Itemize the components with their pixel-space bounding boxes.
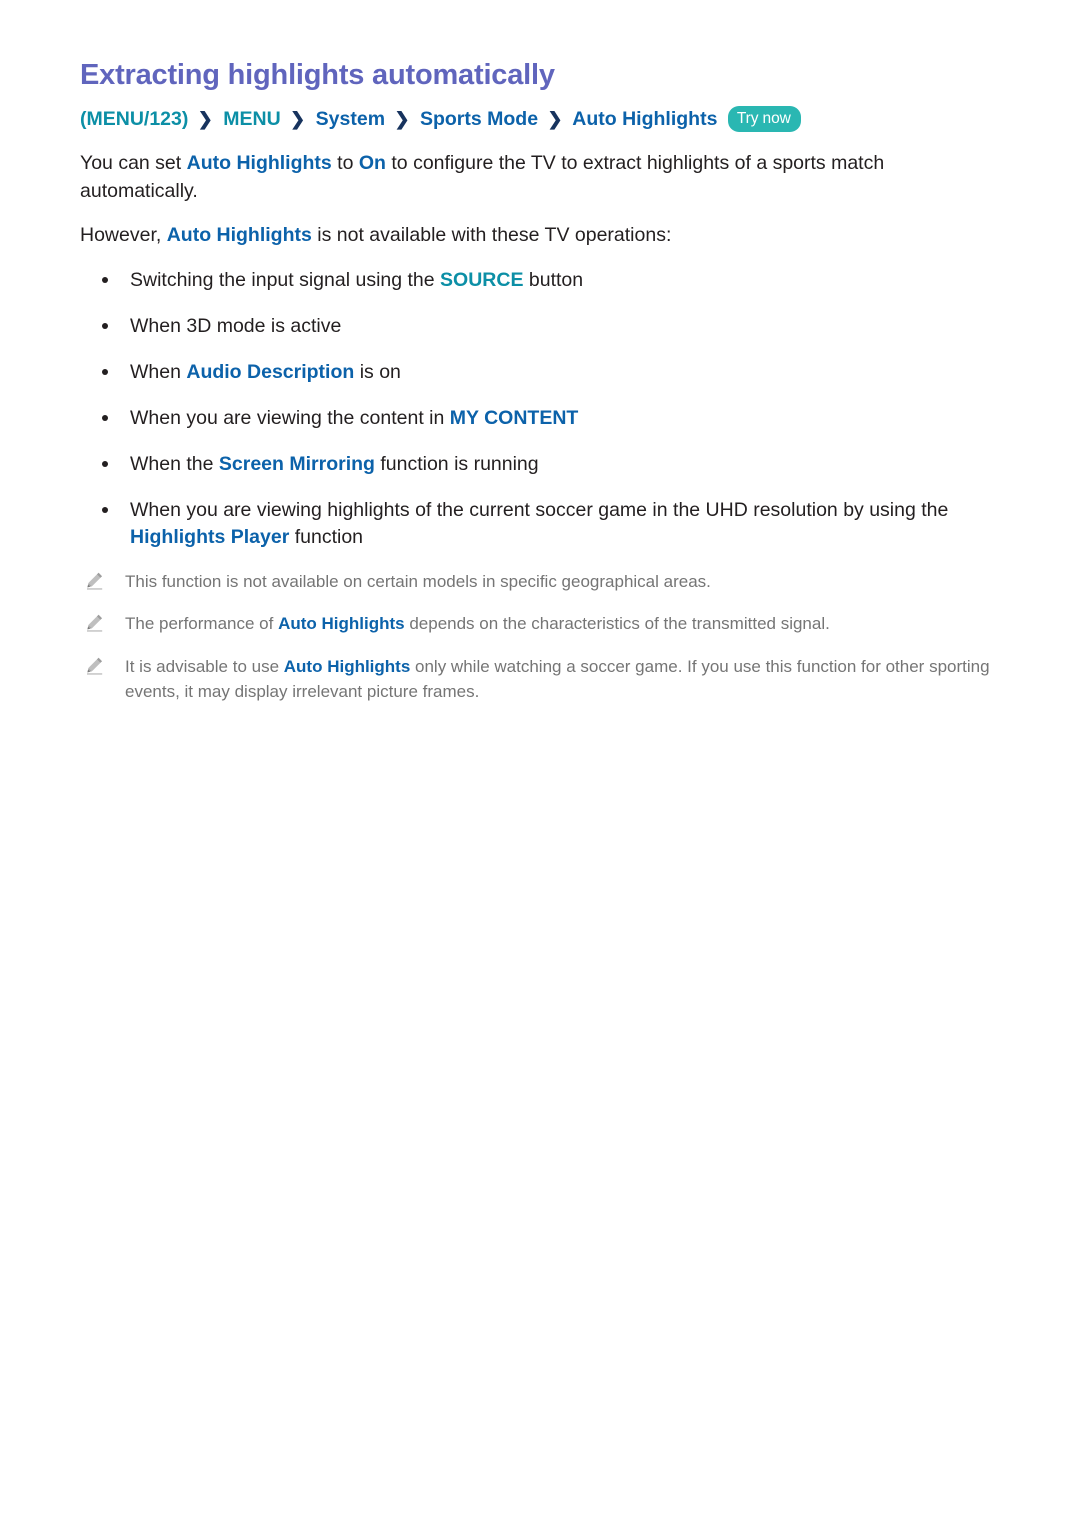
- pencil-icon: [85, 656, 105, 676]
- list-item: When the Screen Mirroring function is ru…: [80, 451, 990, 478]
- breadcrumb: (MENU/123) ❯ MENU ❯ System ❯ Sports Mode…: [80, 105, 990, 135]
- chevron-right-icon: ❯: [547, 108, 563, 129]
- list-item: When you are viewing highlights of the c…: [80, 497, 990, 551]
- bullet-text-2: is on: [354, 361, 401, 384]
- bullet-text-1: When 3D mode is active: [130, 315, 342, 338]
- breadcrumb-item-menu123[interactable]: (MENU/123): [80, 108, 188, 130]
- however-text-2: is not available with these TV operation…: [311, 223, 672, 246]
- note-item: This function is not available on certai…: [80, 570, 990, 595]
- bullet-dot-icon: [102, 277, 108, 284]
- bullet-text-1: Switching the input signal using the: [130, 269, 441, 292]
- document-page: Extracting highlights automatically (MEN…: [0, 0, 1080, 1527]
- keyword-source: SOURCE: [440, 269, 524, 292]
- note-text-1: This function is not available on certai…: [125, 571, 711, 591]
- bullet-text-2: button: [523, 269, 584, 292]
- list-item: When 3D mode is active: [80, 313, 990, 340]
- chevron-right-icon: ❯: [197, 108, 213, 129]
- intro-text-2: to: [331, 152, 359, 175]
- keyword-auto-highlights: Auto Highlights: [166, 223, 312, 246]
- chevron-right-icon: ❯: [394, 108, 410, 129]
- keyword-my-content: MY CONTENT: [449, 407, 579, 430]
- note-text-1: The performance of: [125, 614, 279, 634]
- bullet-text-1: When you are viewing highlights of the c…: [130, 498, 949, 521]
- breadcrumb-item-auto-highlights[interactable]: Auto Highlights: [572, 108, 717, 130]
- keyword-auto-highlights: Auto Highlights: [283, 657, 411, 677]
- bullet-dot-icon: [102, 461, 108, 468]
- note-text-1: It is advisable to use: [125, 657, 284, 677]
- list-item: When Audio Description is on: [80, 359, 990, 386]
- keyword-auto-highlights: Auto Highlights: [278, 614, 405, 634]
- bullet-text-2: function is running: [374, 453, 539, 476]
- bullet-dot-icon: [102, 369, 108, 376]
- note-text-2: depends on the characteristics of the tr…: [404, 614, 830, 634]
- bullet-dot-icon: [102, 506, 108, 513]
- bullet-dot-icon: [102, 323, 108, 330]
- keyword-highlights-player: Highlights Player: [130, 525, 290, 548]
- bullet-text-2: function: [289, 525, 364, 548]
- list-item: Switching the input signal using the SOU…: [80, 267, 990, 294]
- bullet-text-1: When you are viewing the content in: [130, 407, 450, 430]
- notes-section: This function is not available on certai…: [80, 570, 990, 705]
- keyword-on: On: [358, 152, 386, 175]
- try-now-badge[interactable]: Try now: [727, 105, 801, 133]
- keyword-auto-highlights: Auto Highlights: [186, 152, 332, 175]
- intro-text-1: You can set: [80, 152, 187, 175]
- note-item: It is advisable to use Auto Highlights o…: [80, 655, 990, 704]
- however-paragraph: However, Auto Highlights is not availabl…: [80, 222, 980, 250]
- pencil-icon: [85, 571, 105, 591]
- however-text-1: However,: [80, 223, 167, 246]
- note-item: The performance of Auto Highlights depen…: [80, 612, 990, 637]
- restrictions-list: Switching the input signal using the SOU…: [80, 267, 990, 550]
- keyword-audio-description: Audio Description: [186, 361, 355, 384]
- intro-paragraph: You can set Auto Highlights to On to con…: [80, 150, 980, 205]
- bullet-text-1: When the: [130, 453, 219, 476]
- bullet-dot-icon: [102, 415, 108, 422]
- breadcrumb-item-system[interactable]: System: [316, 108, 385, 130]
- list-item: When you are viewing the content in MY C…: [80, 405, 990, 432]
- keyword-screen-mirroring: Screen Mirroring: [218, 453, 375, 476]
- page-title: Extracting highlights automatically: [80, 59, 555, 91]
- breadcrumb-item-sports-mode[interactable]: Sports Mode: [420, 108, 538, 130]
- pencil-icon: [85, 613, 105, 633]
- breadcrumb-item-menu[interactable]: MENU: [223, 108, 280, 130]
- bullet-text-1: When: [130, 361, 187, 384]
- chevron-right-icon: ❯: [290, 108, 306, 129]
